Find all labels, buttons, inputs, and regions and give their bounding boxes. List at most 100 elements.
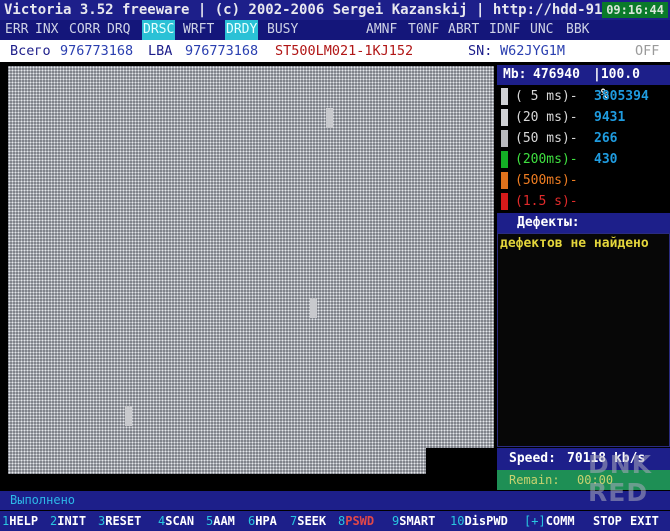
fkey-pswd[interactable]: 8PSWD — [338, 511, 374, 531]
flag-busy: BUSY — [267, 22, 299, 37]
access-stat-label: (200ms)- — [515, 152, 578, 167]
status-text: Выполнено — [10, 493, 76, 507]
access-stat-value: 9431 — [594, 110, 626, 125]
fkey-label: COMM — [545, 514, 575, 528]
fkey-aam[interactable]: 5AAM — [206, 511, 235, 531]
lba-value: 976773168 — [185, 43, 259, 59]
access-stat-label: (50 ms)- — [515, 131, 578, 146]
sn-label: SN: — [468, 43, 493, 59]
fkey-stop[interactable]: STOP — [593, 511, 622, 531]
slow-block — [310, 298, 317, 318]
access-stat-value: 430 — [594, 152, 618, 167]
access-stat-label: (500ms)- — [515, 173, 578, 188]
access-color-bar — [501, 88, 508, 105]
speed-value: 70118 kb/s — [567, 451, 646, 466]
access-color-bar — [501, 151, 508, 168]
unscanned-area — [8, 474, 426, 490]
speed-label: Speed: — [509, 451, 556, 466]
progress-percent: | 100.0 % — [593, 65, 640, 102]
flag-idnf: IDNF — [489, 22, 521, 37]
access-stat-label: ( 5 ms)- — [515, 89, 578, 104]
lba-label: LBA — [148, 43, 173, 59]
fkey-label: SCAN — [165, 514, 195, 528]
access-stat-row: (200ms)- 430 — [497, 149, 670, 170]
flag-drsc: DRSC — [142, 20, 176, 40]
fkey-reset[interactable]: 3RESET — [98, 511, 141, 531]
mb-label: Mb: — [503, 67, 527, 82]
fkey-hpa[interactable]: 6HPA — [248, 511, 277, 531]
off-label: OFF — [635, 43, 660, 59]
fkey-label: SMART — [399, 514, 436, 528]
access-color-bar — [501, 130, 508, 147]
fkey-label: INIT — [57, 514, 87, 528]
access-color-bar — [501, 109, 508, 126]
flag-drq: DRQ — [107, 22, 131, 37]
flag-drdy: DRDY — [225, 20, 259, 40]
flag-inx: INX — [35, 22, 59, 37]
access-stat-row: (500ms)- — [497, 170, 670, 191]
ata-status-flags: ERR INX CORR DRQ DRSC WRFT DRDY BUSY AMNF T0NF ABR… — [0, 20, 670, 40]
defects-header: Дефекты: — [497, 213, 670, 233]
remain-value: 00:00 — [577, 473, 614, 487]
status-line: Выполнено — [0, 491, 670, 510]
access-stat-label: (1.5 s)- — [515, 194, 578, 209]
fkey-seek[interactable]: 7SEEK — [290, 511, 326, 531]
fkey-number: 10 — [450, 514, 465, 528]
access-stat-value: 266 — [594, 131, 618, 146]
defects-list: дефектов не найдено — [497, 233, 670, 447]
access-color-bar — [501, 193, 508, 210]
defects-title: Дефекты: — [517, 215, 580, 230]
access-stat-row: (1.5 s)- — [497, 191, 670, 212]
flag-corr: CORR — [69, 22, 101, 37]
fkey-smart[interactable]: 9SMART — [392, 511, 435, 531]
function-key-bar: 1HELP 2INIT 3RESET 4SCAN 5AAM 6HPA 7SEEK 8PSWD 9… — [0, 511, 670, 531]
flag-wrft: WRFT — [183, 22, 215, 37]
flag-unc: UNC — [530, 22, 554, 37]
fkey-label: PSWD — [345, 514, 375, 528]
slow-block — [326, 108, 333, 128]
mb-value: 476940 — [533, 67, 580, 82]
fkey-comm[interactable]: [+]COMM — [524, 511, 575, 531]
defects-message: дефектов не найдено — [500, 236, 649, 251]
flag-abrt: ABRT — [448, 22, 480, 37]
access-stat-row: ( 5 ms)- 3805394 — [497, 86, 670, 107]
access-stat-row: (20 ms)- 9431 — [497, 107, 670, 128]
fkey-scan[interactable]: 4SCAN — [158, 511, 194, 531]
drive-model: ST500LM021-1KJ152 — [275, 43, 414, 59]
fkey-dispwd[interactable]: 10DisPWD — [450, 511, 508, 531]
fkey-init[interactable]: 2INIT — [50, 511, 86, 531]
remain-label: Remain: — [509, 473, 560, 487]
fkey-label: EXIT — [630, 514, 659, 528]
remain-bar: Remain: 00:00 — [497, 470, 670, 490]
flag-bbk: BBK — [566, 22, 590, 37]
flag-err: ERR — [5, 22, 29, 37]
flag-t0nf: T0NF — [408, 22, 440, 37]
app-title: Victoria 3.52 freeware | (c) 2002-2006 S… — [4, 2, 645, 18]
clock: 09:16:44 — [602, 2, 668, 18]
fkey-label: AAM — [213, 514, 235, 528]
access-stat-label: (20 ms)- — [515, 110, 578, 125]
fkey-number: [+] — [524, 514, 546, 528]
total-value: 976773168 — [60, 43, 134, 59]
sn-value: W62JYG1M — [500, 43, 566, 59]
speed-bar: Speed: 70118 kb/s — [497, 448, 670, 470]
access-color-bar — [501, 172, 508, 189]
unscanned-area — [426, 448, 502, 490]
fkey-label: RESET — [105, 514, 142, 528]
fkey-label: DisPWD — [464, 514, 508, 528]
progress-bar: Mb: 476940 | 100.0 % — [497, 65, 670, 102]
fkey-label: HPA — [255, 514, 277, 528]
fkey-label: STOP — [593, 514, 622, 528]
fkey-label: SEEK — [297, 514, 327, 528]
access-stat-value: 3805394 — [594, 89, 649, 104]
flag-amnf: AMNF — [366, 22, 398, 37]
total-label: Всего — [10, 43, 51, 59]
fkey-help[interactable]: 1HELP — [2, 511, 38, 531]
drive-info-bar: Всего 976773168 LBA 976773168 ST500LM021… — [0, 40, 670, 62]
slow-block — [125, 406, 132, 426]
title-bar: Victoria 3.52 freeware | (c) 2002-2006 S… — [0, 0, 670, 20]
access-stat-row: (50 ms)- 266 — [497, 128, 670, 149]
fkey-exit[interactable]: EXIT — [630, 511, 659, 531]
surface-scan-map — [8, 66, 502, 490]
fkey-label: HELP — [9, 514, 39, 528]
